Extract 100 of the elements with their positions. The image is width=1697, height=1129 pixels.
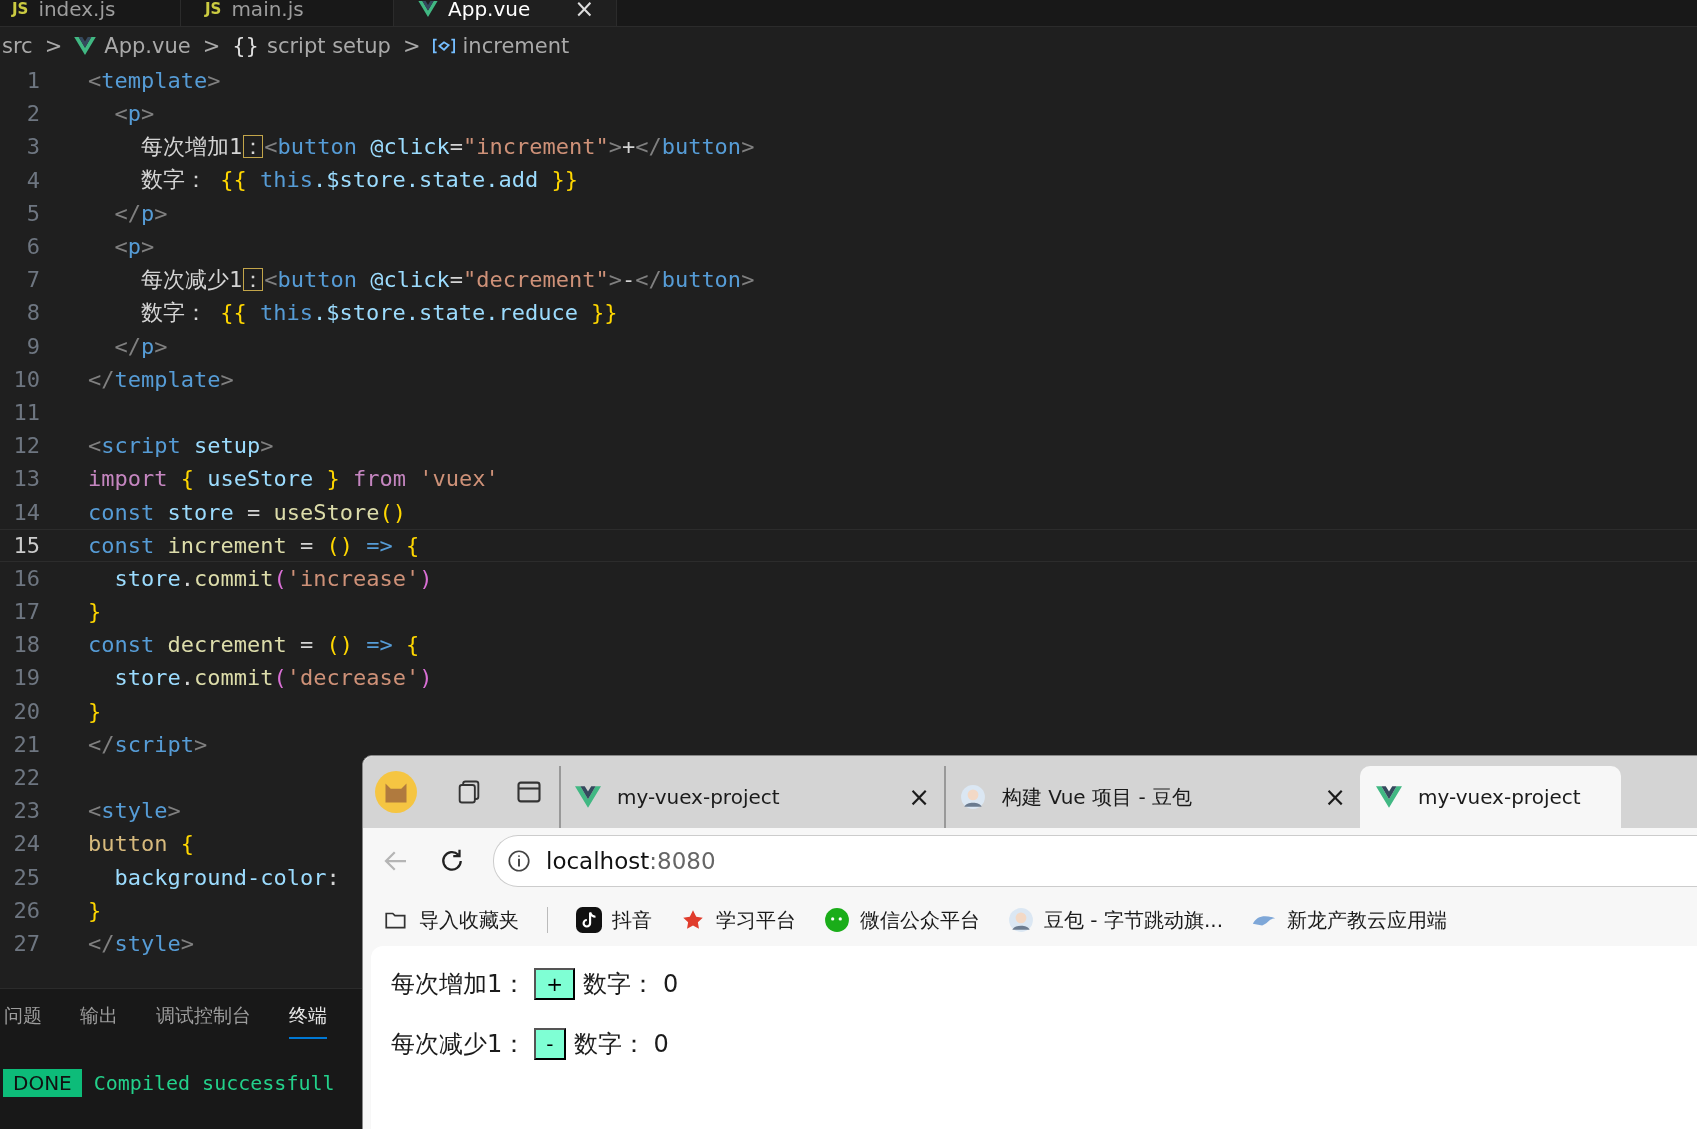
bookmark[interactable]: 导入收藏夹	[383, 906, 519, 934]
status-badge: DONE	[3, 1069, 82, 1097]
editor-tab[interactable]: JS index.js	[0, 0, 181, 26]
line-number: 9	[25, 333, 40, 359]
row-label: 每次减少1：	[391, 1029, 527, 1060]
breadcrumb-separator: >	[202, 33, 221, 58]
code-token: }	[325, 466, 340, 492]
row-label: 每次增加1：	[391, 969, 527, 1000]
line-number: 17	[12, 599, 40, 625]
counter-button[interactable]: +	[534, 968, 576, 1000]
code-token: }	[88, 599, 102, 625]
counter-value: 0	[653, 1030, 669, 1058]
line-number: 13	[12, 466, 40, 492]
code-token: button	[277, 133, 357, 159]
bookmark[interactable]: 微信公众平台	[824, 906, 980, 934]
code-token: </	[635, 266, 662, 292]
code-token: <	[88, 798, 102, 824]
panel-tab[interactable]: 终端	[289, 1003, 327, 1039]
line-number: 14	[12, 499, 40, 525]
code-token: =	[245, 499, 261, 525]
address-bar[interactable]: localhost:8080	[493, 835, 1697, 887]
breadcrumb-item[interactable]: src	[2, 33, 33, 58]
line-number: 8	[25, 300, 40, 326]
bookmark[interactable]: 学习平台	[680, 906, 796, 934]
braces-icon: {}	[232, 33, 259, 58]
close-icon[interactable]: ×	[908, 782, 930, 812]
browser-tab[interactable]: my-vuex-project ×	[559, 766, 944, 828]
breadcrumb-item[interactable]: script setup	[267, 33, 391, 58]
code-token: template	[114, 366, 221, 392]
code-token: (	[273, 665, 287, 691]
tab-title: my-vuex-project	[617, 785, 781, 809]
bookmark[interactable]: 新龙产教云应用端	[1251, 906, 1447, 934]
code-token: ()	[325, 632, 353, 658]
line-number: 4	[25, 167, 40, 193]
code-token: increment	[166, 532, 287, 558]
line-number: 16	[12, 565, 40, 591]
bookmark-label: 学习平台	[716, 906, 796, 934]
line-number: 11	[12, 399, 40, 425]
code-token: >	[207, 68, 221, 94]
line-number: 19	[12, 665, 40, 691]
bookmark[interactable]: 豆包 - 字节跳动旗...	[1008, 906, 1223, 934]
code-token: p	[141, 200, 155, 226]
code-token: button	[277, 266, 357, 292]
bookmark[interactable]: 抖音	[576, 906, 652, 934]
code-token: store	[113, 565, 181, 591]
code-token: </	[113, 200, 141, 226]
code-token: >	[167, 798, 181, 824]
code-token: decrement	[166, 632, 287, 658]
info-icon[interactable]	[506, 848, 532, 874]
code-token: =	[298, 532, 314, 558]
close-icon[interactable]: ×	[574, 0, 595, 23]
panel-tab[interactable]: 输出	[80, 1003, 118, 1039]
line-number: 21	[12, 731, 40, 757]
code-token: (	[273, 565, 287, 591]
editor-tab[interactable]: App.vue ×	[394, 0, 618, 26]
vue-logo-icon	[575, 784, 601, 810]
code-token: <	[264, 266, 278, 292]
breadcrumb-item[interactable]: increment	[462, 33, 570, 58]
code-token: {	[179, 831, 194, 857]
tab-title: 构建 Vue 项目 - 豆包	[1002, 783, 1193, 811]
code-token: this	[258, 299, 313, 325]
code-token: {{	[219, 167, 247, 193]
breadcrumb-separator: >	[44, 33, 63, 58]
code-token: 'decrease'	[286, 665, 420, 691]
line-number: 18	[12, 632, 40, 658]
code-token: -	[621, 266, 636, 292]
code-token: )	[419, 665, 433, 691]
close-icon[interactable]: ×	[1324, 782, 1346, 812]
line-number: 3	[25, 134, 40, 160]
code-token: >	[608, 133, 622, 159]
bookmark-label: 豆包 - 字节跳动旗...	[1044, 906, 1223, 934]
code-token: ()	[325, 532, 353, 558]
panel-tab[interactable]: 调试控制台	[156, 1003, 251, 1039]
code-token: </	[88, 930, 115, 956]
url-text: localhost:8080	[546, 848, 716, 874]
code-token: <	[88, 68, 102, 94]
browser-tab[interactable]: my-vuex-project	[1360, 766, 1621, 828]
code-token: script	[114, 731, 194, 757]
code-token: +	[621, 133, 636, 159]
breadcrumb-item[interactable]: App.vue	[104, 33, 191, 58]
code-token: </	[88, 366, 115, 392]
code-token: store	[113, 665, 181, 691]
line-number: 1	[25, 68, 40, 94]
counter-button[interactable]: -	[534, 1028, 566, 1060]
code-token: =	[449, 266, 463, 292]
tab-title: my-vuex-project	[1418, 785, 1581, 809]
line-number: 12	[12, 433, 40, 459]
code-token: </	[88, 731, 115, 757]
code-token: commit	[193, 665, 274, 691]
code-token: p	[127, 101, 141, 127]
line-number: 20	[12, 698, 40, 724]
line-number: 22	[12, 765, 40, 791]
code-token: this	[258, 167, 313, 193]
line-number: 25	[12, 864, 40, 890]
code-token: 'increase'	[286, 565, 420, 591]
code-token: }}	[590, 299, 618, 325]
code-token: .	[180, 665, 194, 691]
panel-tab[interactable]: 问题	[4, 1003, 42, 1039]
code-token: >	[180, 930, 194, 956]
code-token: :	[326, 864, 340, 890]
